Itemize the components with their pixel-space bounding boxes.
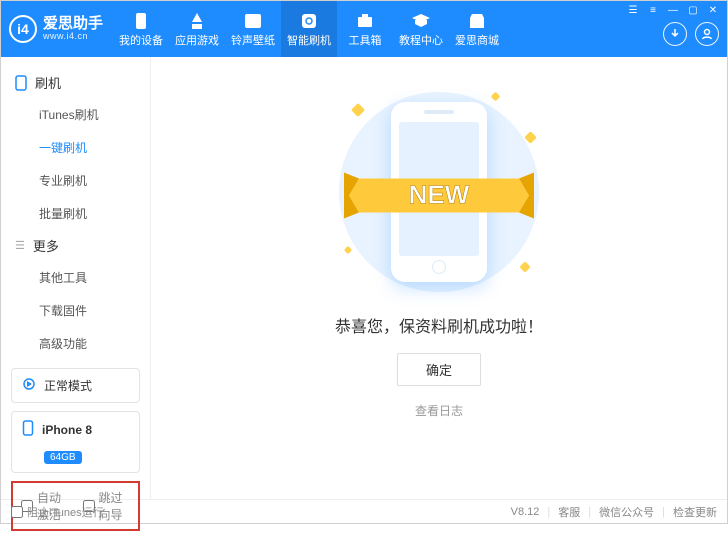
new-ribbon: NEW (344, 161, 534, 231)
nav-label: 铃声壁纸 (231, 32, 275, 48)
menu-icon: ☰ (15, 239, 25, 252)
user-icon[interactable] (695, 22, 719, 46)
app-url: www.i4.cn (43, 32, 103, 42)
app-name: 爱思助手 (43, 16, 103, 33)
group-title: 更多 (33, 236, 59, 255)
sidebar-item-pro-flash[interactable]: 专业刷机 (1, 164, 150, 197)
download-icon[interactable] (663, 22, 687, 46)
nav-label: 教程中心 (399, 32, 443, 48)
svg-text:NEW: NEW (409, 180, 470, 210)
nav-store[interactable]: 爱思商城 (449, 1, 505, 57)
version-label: V8.12 (511, 506, 540, 518)
wechat-link[interactable]: 微信公众号 (599, 504, 654, 520)
view-log-link[interactable]: 查看日志 (415, 402, 463, 419)
briefcase-icon (356, 10, 374, 32)
mode-card[interactable]: 正常模式 (11, 368, 140, 403)
sidebar-group-flash[interactable]: 刷机 (1, 67, 150, 98)
sidebar-item-batch-flash[interactable]: 批量刷机 (1, 197, 150, 230)
sidebar-item-itunes-flash[interactable]: iTunes刷机 (1, 98, 150, 131)
settings-icon[interactable]: ≡ (647, 5, 659, 16)
store-icon (468, 10, 486, 32)
success-illustration: NEW (319, 87, 559, 297)
window-controls: ☰ ≡ — ▢ ✕ (627, 1, 719, 16)
maximize-icon[interactable]: ▢ (687, 5, 699, 16)
phone-small-icon (22, 420, 34, 439)
nav-label: 智能刷机 (287, 32, 331, 48)
block-itunes-checkbox[interactable]: 阻止iTunes运行 (11, 504, 104, 520)
graduation-icon (411, 10, 431, 32)
app-logo: i4 爱思助手 www.i4.cn (9, 15, 113, 43)
main-content: NEW 恭喜您，保资料刷机成功啦！ 确定 查看日志 (151, 57, 727, 499)
sidebar-item-advanced[interactable]: 高级功能 (1, 327, 150, 360)
phone-icon (133, 10, 149, 32)
mode-label: 正常模式 (44, 377, 92, 394)
device-name: iPhone 8 (42, 423, 92, 437)
app-header: i4 爱思助手 www.i4.cn 我的设备 应用游戏 铃声壁纸 智能刷机 工具… (1, 1, 727, 57)
apps-icon (188, 10, 206, 32)
refresh-icon (300, 10, 318, 32)
sidebar-item-download-firmware[interactable]: 下载固件 (1, 294, 150, 327)
check-update-link[interactable]: 检查更新 (673, 504, 717, 520)
sidebar-item-onekey-flash[interactable]: 一键刷机 (1, 131, 150, 164)
nav-ringtones[interactable]: 铃声壁纸 (225, 1, 281, 57)
nav-label: 应用游戏 (175, 32, 219, 48)
ok-button[interactable]: 确定 (397, 353, 481, 386)
device-icon (15, 75, 27, 91)
group-title: 刷机 (35, 73, 61, 92)
sidebar-group-more[interactable]: ☰ 更多 (1, 230, 150, 261)
checkbox-label: 阻止iTunes运行 (27, 504, 104, 520)
nav-tutorials[interactable]: 教程中心 (393, 1, 449, 57)
device-card[interactable]: iPhone 8 64GB (11, 411, 140, 473)
skin-icon[interactable]: ☰ (627, 5, 639, 16)
minimize-icon[interactable]: — (667, 5, 679, 16)
nav-label: 爱思商城 (455, 32, 499, 48)
nav-label: 工具箱 (349, 32, 382, 48)
mode-icon (22, 377, 36, 394)
image-icon (244, 10, 262, 32)
support-link[interactable]: 客服 (558, 504, 580, 520)
logo-badge: i4 (9, 15, 37, 43)
sidebar-item-other-tools[interactable]: 其他工具 (1, 261, 150, 294)
top-nav: 我的设备 应用游戏 铃声壁纸 智能刷机 工具箱 教程中心 爱思商城 (113, 1, 505, 57)
nav-label: 我的设备 (119, 32, 163, 48)
storage-badge: 64GB (44, 451, 82, 464)
nav-toolbox[interactable]: 工具箱 (337, 1, 393, 57)
success-message: 恭喜您，保资料刷机成功啦！ (335, 313, 543, 337)
sidebar: 刷机 iTunes刷机 一键刷机 专业刷机 批量刷机 ☰ 更多 其他工具 下载固… (1, 57, 151, 499)
nav-smart-flash[interactable]: 智能刷机 (281, 1, 337, 57)
close-icon[interactable]: ✕ (707, 5, 719, 16)
nav-my-device[interactable]: 我的设备 (113, 1, 169, 57)
nav-apps[interactable]: 应用游戏 (169, 1, 225, 57)
